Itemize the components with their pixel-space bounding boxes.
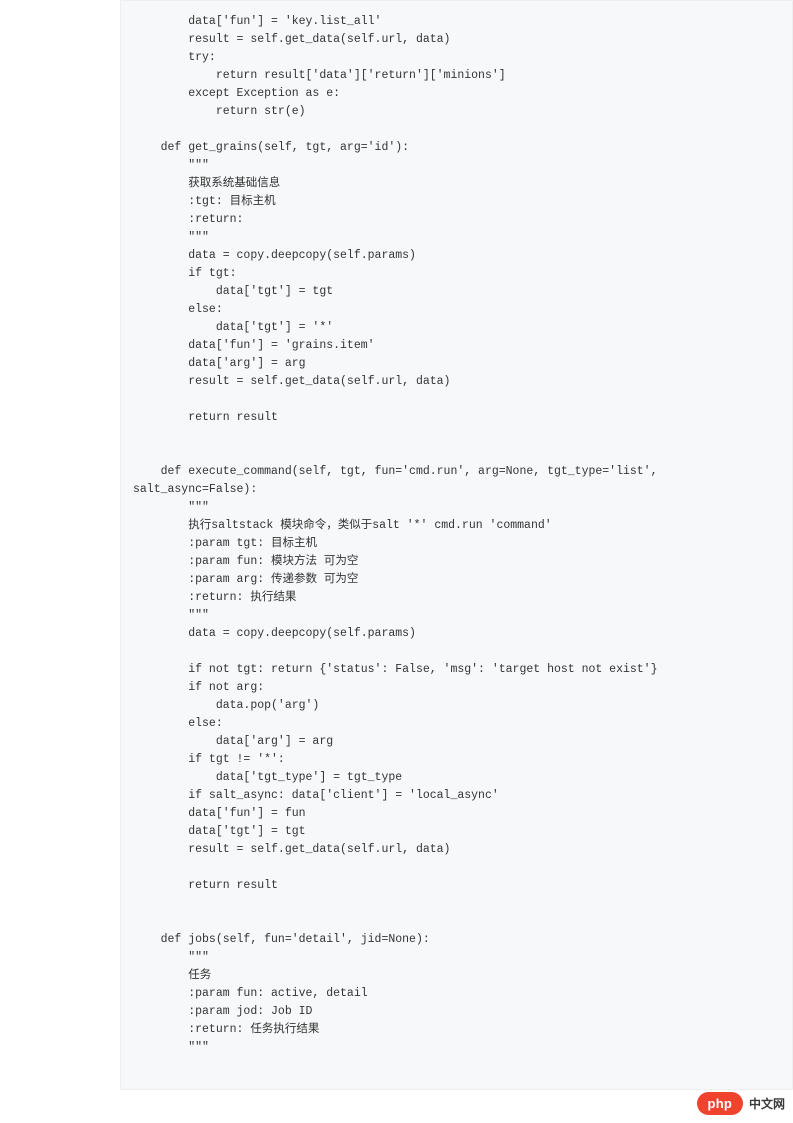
badge-text: 中文网 [749, 1095, 785, 1112]
page: data['fun'] = 'key.list_all' result = se… [0, 0, 793, 1090]
site-badge: php 中文网 [697, 1092, 785, 1115]
badge-pill: php [697, 1092, 743, 1115]
code-block: data['fun'] = 'key.list_all' result = se… [120, 0, 793, 1090]
